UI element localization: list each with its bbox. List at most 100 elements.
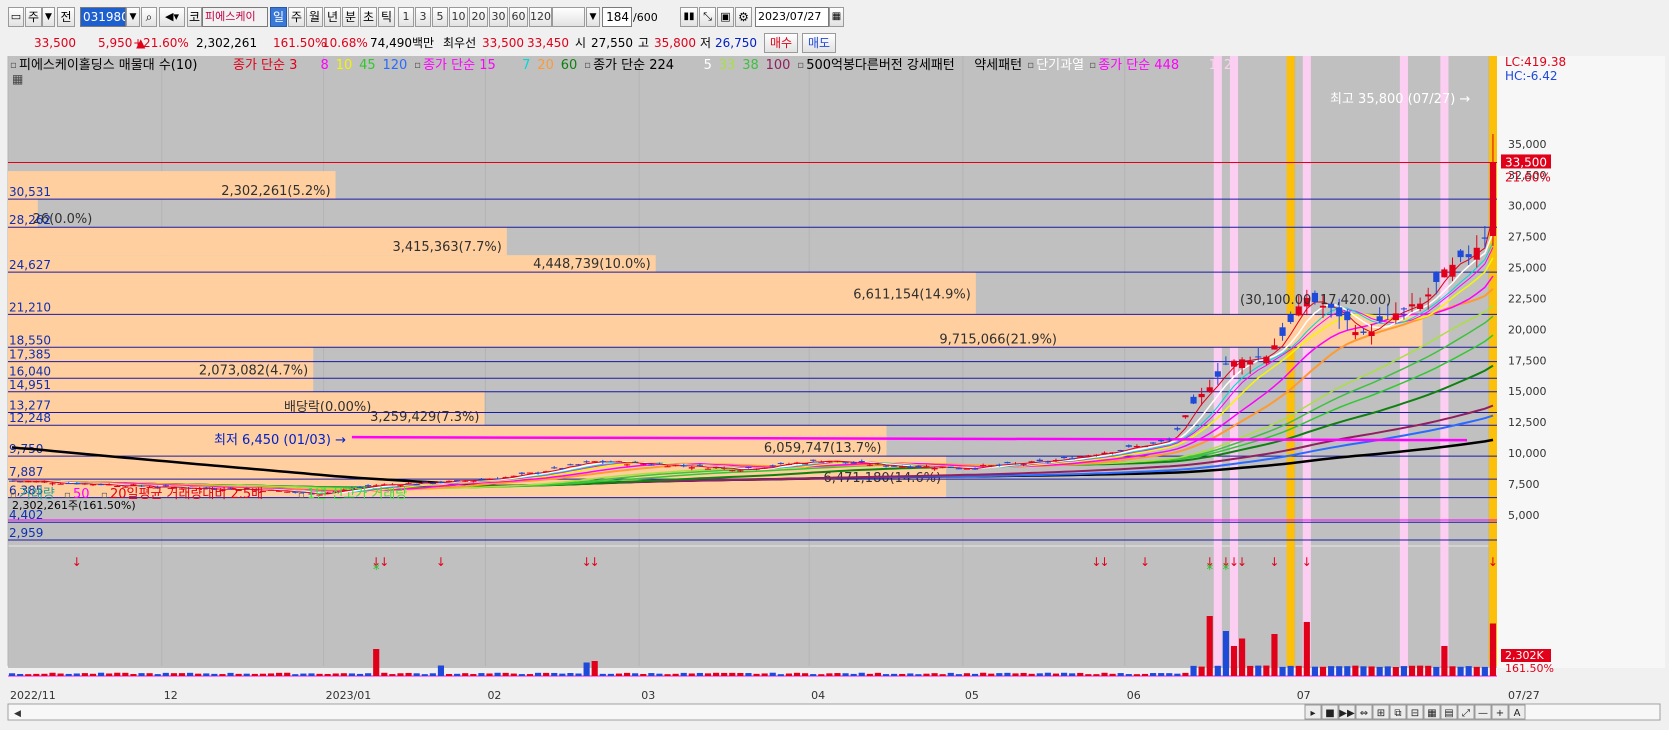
minute-button[interactable]: 5 xyxy=(432,7,448,27)
gear-icon[interactable]: ⚙ xyxy=(735,7,752,27)
volume-bar xyxy=(1457,666,1464,676)
volume-bar xyxy=(122,672,129,676)
candle-body xyxy=(1271,345,1278,350)
candle-body xyxy=(1028,461,1035,463)
legend-bullet-icon: ▫ xyxy=(10,60,17,71)
buy-button[interactable]: 매수 xyxy=(764,33,798,53)
volume-alert-arrow: ↓ xyxy=(379,555,389,569)
price-tick-label: 30,000 xyxy=(1508,200,1547,213)
period-button[interactable]: 초 xyxy=(360,7,377,27)
calendar-icon[interactable]: ▦ xyxy=(829,7,844,27)
candle-body xyxy=(607,461,614,463)
period-button[interactable]: 틱 xyxy=(378,7,395,27)
candle-body xyxy=(276,490,283,492)
low-price: 26,750 xyxy=(715,36,757,50)
chevron-down-icon[interactable]: ▼ xyxy=(586,7,600,27)
period-select[interactable]: 주 xyxy=(25,7,42,27)
candle-body xyxy=(818,461,825,463)
volume-bar xyxy=(785,673,792,676)
minute-button[interactable]: 120 xyxy=(529,7,552,27)
volume-profile-bar xyxy=(8,314,1423,348)
expand-icon: ⤢ xyxy=(1462,708,1470,719)
candle-body xyxy=(874,463,882,465)
candle-body xyxy=(591,461,598,463)
volume-bar xyxy=(470,674,477,676)
candle-body xyxy=(858,461,865,463)
save-icon[interactable]: ▣ xyxy=(717,7,734,27)
volume-profile-label: 6,059,747(13.7%) xyxy=(764,441,882,456)
candle-body xyxy=(1255,356,1262,358)
minute-button[interactable]: 20 xyxy=(469,7,488,27)
volume-bar xyxy=(1473,666,1480,676)
annotation-label: 17,420.00) xyxy=(1320,293,1391,308)
period-button[interactable]: 일 xyxy=(270,7,287,27)
volume-bar xyxy=(1004,672,1011,676)
volume-bar xyxy=(73,673,80,676)
legend-bullet-icon: ▫ xyxy=(797,60,804,71)
chart-window: ▭ 주 ▼ 전 031980 ▼ ⌕ ◀▾ 코 피에스케이 일주월년분초틱 13… xyxy=(0,0,1669,730)
low-marker: 최저 6,450 (01/03) → xyxy=(214,433,346,448)
minute-button[interactable]: 3 xyxy=(415,7,431,27)
period-button[interactable]: 주 xyxy=(288,7,305,27)
candle-body xyxy=(462,480,469,482)
speaker-icon[interactable]: ◀▾ xyxy=(159,7,185,27)
chevron-down-icon[interactable]: ▼ xyxy=(42,7,55,27)
candle-body xyxy=(704,468,712,470)
volume-bar xyxy=(251,673,258,676)
minute-button[interactable]: 60 xyxy=(509,7,528,27)
search-icon[interactable]: ⌕ xyxy=(141,7,157,27)
candle-type-icon[interactable]: ▮▮ xyxy=(680,7,698,27)
custom-minute-field[interactable] xyxy=(552,7,585,27)
chevron-down-icon[interactable]: ▼ xyxy=(126,7,140,27)
volume-bar xyxy=(397,673,404,676)
line-tool-icon[interactable]: ⤡ xyxy=(699,7,716,27)
volume-star-marker: * xyxy=(373,563,380,578)
volume-bar xyxy=(1166,673,1173,676)
adjust-select[interactable]: 전 xyxy=(57,7,75,27)
volume-bar xyxy=(891,673,898,676)
minute-button[interactable]: 30 xyxy=(489,7,508,27)
candle-body xyxy=(955,468,962,470)
volume-bar xyxy=(559,673,566,676)
stock-code-input[interactable]: 031980 xyxy=(80,7,126,27)
volume-bar xyxy=(429,673,436,676)
volume-bar xyxy=(365,673,372,676)
high-price: 35,800 xyxy=(654,36,696,50)
price-tick-label: 22,500 xyxy=(1508,292,1547,305)
volume-profile-label: 2,302,261(5.2%) xyxy=(221,184,330,199)
scroll-left-icon: ◀ xyxy=(14,709,21,719)
volume-profile-label: 3,415,363(7.7%) xyxy=(392,240,501,255)
layout-icon[interactable]: ▭ xyxy=(8,7,24,27)
candle-body xyxy=(891,465,898,467)
period-button[interactable]: 년 xyxy=(324,7,341,27)
price-level-label: 28,262 xyxy=(9,213,51,227)
stock-chart[interactable]: 2,302,261(5.2%)26(0.0%)3,415,363(7.7%)4,… xyxy=(0,56,1669,728)
date-input[interactable]: 2023/07/27 xyxy=(755,7,829,27)
sell-button[interactable]: 매도 xyxy=(802,33,836,53)
candle-body xyxy=(834,460,841,462)
candle-body xyxy=(1101,452,1108,454)
x-tick-label: 2023/01 xyxy=(326,689,372,702)
volume-bar xyxy=(1141,673,1149,676)
minute-button[interactable]: 10 xyxy=(449,7,468,27)
volume-bar xyxy=(89,673,97,676)
volume-tag-label: 2,302K xyxy=(1505,649,1544,662)
ex-dividend-label: 배당락(0.00%) xyxy=(284,400,371,415)
volume-pct-tag: 161.50% xyxy=(1505,662,1554,675)
count-input[interactable]: 184 xyxy=(602,7,632,27)
volume-bar xyxy=(1101,672,1108,676)
market-tag[interactable]: 코 xyxy=(187,7,202,27)
period-button[interactable]: 월 xyxy=(306,7,323,27)
volume-bar xyxy=(551,672,558,676)
candle-body xyxy=(599,461,606,463)
minute-button[interactable]: 1 xyxy=(398,7,414,27)
volume-bar xyxy=(1287,665,1294,676)
period-button[interactable]: 분 xyxy=(342,7,359,27)
volume-bar xyxy=(1214,665,1221,676)
candle-body xyxy=(1093,454,1100,456)
candle-body xyxy=(1425,294,1432,297)
candle-body xyxy=(1174,428,1181,430)
volume-bar xyxy=(33,673,40,676)
volume-bar xyxy=(923,673,930,676)
volume-bar xyxy=(502,672,509,676)
